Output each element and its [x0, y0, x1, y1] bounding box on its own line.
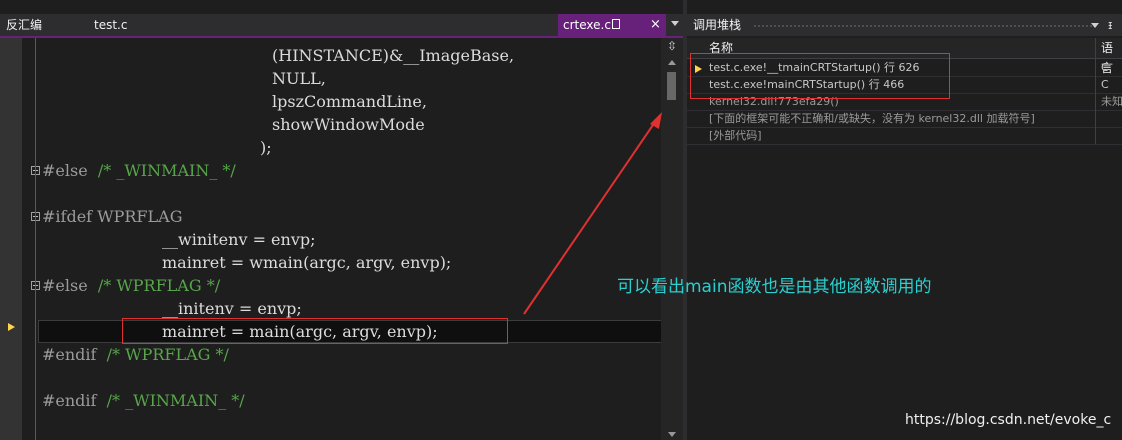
- split-icon[interactable]: ⇳: [667, 40, 677, 52]
- title-grip: [753, 24, 1092, 27]
- frame-language: C: [1101, 78, 1109, 91]
- code-line: __initenv = envp;: [162, 297, 302, 320]
- pin-icon[interactable]: [612, 19, 620, 29]
- code-editor: 反汇编 test.c crtexe.c × (HINSTANCE)&__Imag…: [0, 0, 683, 440]
- tab-dropdown-icon[interactable]: [671, 21, 679, 26]
- code-line: showWindowMode: [272, 113, 425, 136]
- preprocessor-directive: #else: [42, 276, 88, 295]
- column-divider: [1095, 93, 1096, 110]
- fold-guide-line: [35, 38, 36, 440]
- call-stack-title: 调用堆栈: [693, 18, 742, 32]
- code-line: #endif /* _WINMAIN_ */: [42, 389, 245, 412]
- call-stack-row[interactable]: [外部代码]: [687, 127, 1122, 145]
- column-divider: [1095, 76, 1096, 93]
- tab-label: crtexe.c: [563, 18, 611, 32]
- code-comment: /* _WINMAIN_ */: [97, 161, 236, 180]
- close-icon[interactable]: ×: [650, 14, 661, 36]
- code-line: NULL,: [272, 67, 326, 90]
- code-line: (HINSTANCE)&__ImageBase,: [272, 44, 514, 67]
- code-text: mainret = wmain(argc, argv, envp);: [162, 253, 452, 272]
- code-line: );: [260, 136, 272, 159]
- column-divider[interactable]: [1095, 38, 1096, 58]
- column-divider: [1095, 110, 1096, 127]
- code-text: );: [260, 138, 272, 157]
- tab-crtexe-c[interactable]: crtexe.c ×: [558, 14, 666, 36]
- code-line: #else /* _WINMAIN_ */: [42, 159, 236, 182]
- call-stack-row[interactable]: [下面的框架可能不正确和/或缺失，没有为 kernel32.dll 加载符号]: [687, 110, 1122, 128]
- code-line: #else /* WPRFLAG */: [42, 274, 220, 297]
- call-stack-title-bar: 调用堆栈 ᵻ: [687, 14, 1122, 36]
- code-comment: /* _WINMAIN_ */: [106, 391, 245, 410]
- code-comment: /* WPRFLAG */: [97, 276, 221, 295]
- editor-gutter: [0, 38, 22, 440]
- preprocessor-directive: #else: [42, 161, 88, 180]
- frame-language: C: [1101, 61, 1109, 74]
- code-comment: /* WPRFLAG */: [106, 345, 229, 364]
- frame-name: [外部代码]: [709, 129, 762, 142]
- scroll-thumb[interactable]: [667, 72, 676, 100]
- code-text: lpszCommandLine,: [272, 92, 427, 111]
- code-text: __initenv = envp;: [162, 299, 302, 318]
- code-line: lpszCommandLine,: [272, 90, 427, 113]
- code-text: NULL,: [272, 69, 326, 88]
- vertical-scrollbar[interactable]: ⇳: [661, 38, 683, 440]
- pin-icon[interactable]: ᵻ: [1108, 14, 1112, 36]
- frame-name: [下面的框架可能不正确和/或缺失，没有为 kernel32.dll 加载符号]: [709, 112, 1035, 125]
- scroll-down-icon[interactable]: [668, 432, 676, 437]
- preprocessor-directive: #ifdef WPRFLAG: [42, 207, 183, 226]
- preprocessor-directive: #endif: [42, 391, 97, 410]
- watermark: https://blog.csdn.net/evoke_c: [905, 412, 1112, 428]
- scroll-up-icon[interactable]: [668, 60, 676, 65]
- frame-language: 未知: [1101, 95, 1122, 108]
- code-line: #endif /* WPRFLAG */: [42, 343, 229, 366]
- tab-disassembly[interactable]: 反汇编: [6, 14, 42, 36]
- code-text: showWindowMode: [272, 115, 425, 134]
- code-text: (HINSTANCE)&__ImageBase,: [272, 46, 515, 65]
- current-statement-arrow-icon: [8, 323, 15, 331]
- window-dropdown-icon[interactable]: [1091, 23, 1099, 28]
- highlight-box-main-call: [122, 318, 508, 344]
- code-line: #ifdef WPRFLAG: [42, 205, 182, 228]
- annotation-text: 可以看出main函数也是由其他函数调用的: [617, 277, 932, 297]
- column-divider: [1095, 59, 1096, 76]
- code-text: __winitenv = envp;: [162, 230, 316, 249]
- code-line: mainret = wmain(argc, argv, envp);: [162, 251, 451, 274]
- tab-test-c[interactable]: test.c: [94, 14, 127, 36]
- preprocessor-directive: #endif: [42, 345, 97, 364]
- code-area[interactable]: (HINSTANCE)&__ImageBase, NULL, lpszCommand…: [22, 38, 661, 440]
- highlight-box-call-stack: [690, 53, 950, 99]
- column-divider: [1095, 127, 1096, 144]
- code-line: __winitenv = envp;: [162, 228, 316, 251]
